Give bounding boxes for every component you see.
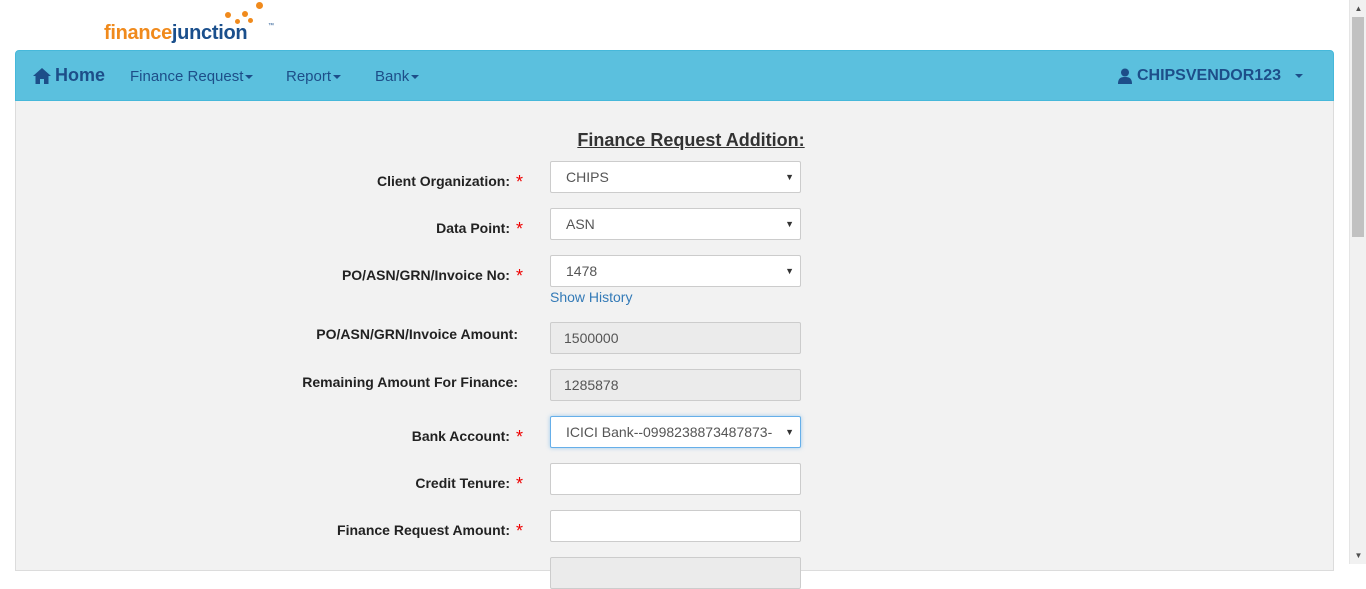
data-point-select[interactable]: ASN ▼ <box>550 208 801 240</box>
required-marker: * <box>515 521 523 541</box>
required-marker: * <box>515 219 523 239</box>
next-readonly-field <box>550 557 801 589</box>
client-organization-select[interactable]: CHIPS ▼ <box>550 161 801 193</box>
remaining-amount-field: 1285878 <box>550 369 801 401</box>
credit-tenure-label: Credit Tenure: * <box>415 474 523 494</box>
caret-down-icon <box>1295 74 1303 78</box>
finance-request-amount-input[interactable] <box>550 510 801 542</box>
required-marker: * <box>515 266 523 286</box>
required-marker: * <box>515 474 523 494</box>
caret-down-icon <box>411 75 420 80</box>
document-number-label: PO/ASN/GRN/Invoice No: * <box>341 266 523 286</box>
nav-report-dropdown[interactable]: Report <box>286 68 342 85</box>
credit-tenure-input[interactable] <box>550 463 801 495</box>
nav-home-link[interactable]: Home <box>32 65 105 86</box>
scroll-down-arrow-icon[interactable]: ▼ <box>1350 547 1366 564</box>
data-point-label: Data Point: * <box>436 219 523 239</box>
show-history-link[interactable]: Show History <box>550 289 632 305</box>
remaining-amount-label: Remaining Amount For Finance: <box>302 374 518 390</box>
caret-down-icon <box>245 75 254 80</box>
nav-finance-request-dropdown[interactable]: Finance Request <box>130 68 254 85</box>
home-icon <box>33 67 51 84</box>
document-number-select[interactable]: 1478 ▼ <box>550 255 801 287</box>
caret-down-icon <box>333 75 342 80</box>
dropdown-arrow-icon: ▼ <box>785 219 794 229</box>
dropdown-arrow-icon: ▼ <box>785 266 794 276</box>
bank-account-label: Bank Account: * <box>411 427 523 447</box>
dropdown-arrow-icon: ▼ <box>785 427 794 437</box>
scrollbar-thumb[interactable] <box>1352 17 1364 237</box>
document-amount-field: 1500000 <box>550 322 801 354</box>
form-title: Finance Request Addition: <box>577 130 805 150</box>
dropdown-arrow-icon: ▼ <box>785 172 794 182</box>
finance-junction-logo: financejunction ™ <box>104 2 284 48</box>
top-navbar: Home Finance Request Report Bank CHIPSVE… <box>15 50 1334 101</box>
nav-bank-dropdown[interactable]: Bank <box>375 68 420 85</box>
user-icon <box>1117 68 1132 84</box>
scroll-up-arrow-icon[interactable]: ▲ <box>1350 0 1366 17</box>
document-amount-label: PO/ASN/GRN/Invoice Amount: <box>316 326 518 342</box>
required-marker: * <box>515 427 523 447</box>
page-scrollbar[interactable]: ▲ ▼ <box>1349 0 1366 564</box>
bank-account-select[interactable]: ICICI Bank--0998238873487873- ▼ <box>550 416 801 448</box>
nav-home-label: Home <box>55 65 106 85</box>
finance-request-amount-label: Finance Request Amount: * <box>337 521 523 541</box>
client-organization-label: Client Organization: * <box>376 172 523 192</box>
form-panel: Finance Request Addition: Client Organiz… <box>15 101 1334 589</box>
user-menu-dropdown[interactable]: CHIPSVENDOR123 <box>1117 67 1303 85</box>
user-name: CHIPSVENDOR123 <box>1136 67 1281 84</box>
required-marker: * <box>515 172 523 192</box>
